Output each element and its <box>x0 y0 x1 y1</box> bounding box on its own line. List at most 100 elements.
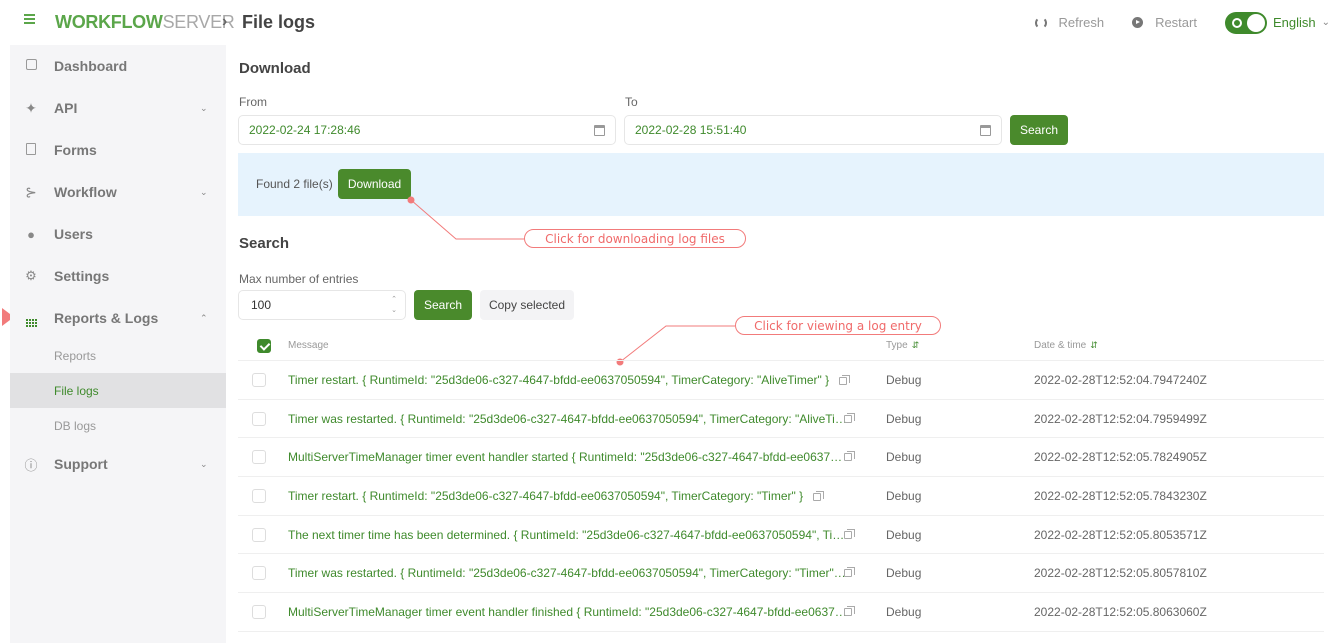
sidebar-subitem-db-logs[interactable]: DB logs <box>10 408 226 443</box>
chevron-down-icon[interactable]: ⌄ <box>1322 17 1330 28</box>
sort-icon[interactable]: ⇵ <box>912 340 920 350</box>
log-datetime: 2022-02-28T12:52:05.7843230Z <box>1034 489 1207 504</box>
column-header-message[interactable]: Message <box>288 340 329 351</box>
sidebar-item-support[interactable]: ⓘ Support ⌄ <box>10 443 226 485</box>
table-header: Message Type ⇵ Date & time ⇵ <box>238 331 1324 361</box>
from-label: From <box>239 95 267 109</box>
copy-icon[interactable] <box>839 374 851 385</box>
log-datetime: 2022-02-28T12:52:05.8063060Z <box>1034 605 1207 620</box>
sort-icon[interactable]: ⇵ <box>1090 340 1098 350</box>
chevron-down-icon: ⌄ <box>200 102 208 113</box>
workflow-icon: ⊱ <box>25 183 37 200</box>
log-type: Debug <box>886 566 922 581</box>
log-message[interactable]: MultiServerTimeManager timer event handl… <box>288 450 842 464</box>
toggle-knob <box>1246 13 1265 32</box>
table-row[interactable]: Timer was restarted. { RuntimeId: "25d3d… <box>238 400 1324 439</box>
log-type: Debug <box>886 489 922 504</box>
hamburger-menu-icon[interactable] <box>24 14 36 26</box>
log-type: Debug <box>886 527 922 542</box>
table-row[interactable]: Timer restart. { RuntimeId: "25d3de06-c3… <box>238 361 1324 400</box>
chevron-down-icon: ⌄ <box>200 186 208 197</box>
log-datetime: 2022-02-28T12:52:05.7824905Z <box>1034 450 1207 465</box>
table-row[interactable]: Timer was restarted. { RuntimeId: "25d3d… <box>238 554 1324 594</box>
log-message[interactable]: Timer restart. { RuntimeId: "25d3de06-c3… <box>288 373 851 387</box>
copy-icon[interactable] <box>844 451 855 462</box>
report-grid-icon <box>24 310 38 327</box>
chevron-up-icon: ⌃ <box>200 312 208 323</box>
log-message[interactable]: Timer restart. { RuntimeId: "25d3de06-c3… <box>288 489 825 503</box>
form-icon <box>24 142 38 158</box>
log-type: Debug <box>886 450 922 465</box>
found-files-text: Found 2 file(s) <box>256 177 333 191</box>
table-row[interactable]: MultiServerTimeManager timer event handl… <box>238 438 1324 478</box>
refresh-button[interactable]: Refresh <box>1034 15 1104 30</box>
dashboard-icon <box>24 59 38 73</box>
column-header-type[interactable]: Type ⇵ <box>886 340 919 351</box>
sidebar-subitem-file-logs[interactable]: File logs <box>10 373 226 408</box>
download-search-button[interactable]: Search <box>1010 115 1068 145</box>
download-button[interactable]: Download <box>338 169 411 199</box>
row-checkbox[interactable] <box>252 489 266 504</box>
log-datetime: 2022-02-28T12:52:05.8057810Z <box>1034 566 1207 581</box>
copy-icon[interactable] <box>813 490 825 501</box>
to-date-input[interactable]: 2022-02-28 15:51:40 <box>624 115 1002 145</box>
max-entries-label: Max number of entries <box>239 272 359 286</box>
row-checkbox[interactable] <box>252 527 266 542</box>
download-result-box: Found 2 file(s) Download <box>238 153 1324 216</box>
column-header-datetime[interactable]: Date & time ⇵ <box>1034 340 1098 351</box>
table-row[interactable]: The next timer time has been determined.… <box>238 516 1324 555</box>
sidebar-item-workflow[interactable]: ⊱ Workflow ⌄ <box>10 171 226 213</box>
sidebar-subitem-reports[interactable]: Reports <box>10 338 226 373</box>
sidebar-item-settings[interactable]: ⚙︎ Settings <box>10 255 226 297</box>
sidebar-item-users[interactable]: ●︎ Users <box>10 213 226 255</box>
log-datetime: 2022-02-28T12:52:05.8053571Z <box>1034 527 1207 542</box>
users-icon: ●︎ <box>27 226 35 242</box>
table-row[interactable]: MultiServerTimeManager timer event handl… <box>238 593 1324 632</box>
row-checkbox[interactable] <box>252 450 266 465</box>
calendar-icon[interactable] <box>594 125 605 136</box>
page-title: File logs <box>242 12 316 32</box>
log-type: Debug <box>886 411 922 426</box>
row-checkbox[interactable] <box>252 373 266 387</box>
log-datetime: 2022-02-28T12:52:04.7947240Z <box>1034 373 1207 387</box>
copy-selected-button[interactable]: Copy selected <box>480 290 574 320</box>
callout-download-hint: Click for downloading log files <box>524 229 746 248</box>
log-table: Message Type ⇵ Date & time ⇵ Timer restart… <box>238 331 1324 632</box>
download-heading: Download <box>239 60 311 77</box>
chevron-down-icon: ⌄ <box>200 458 208 469</box>
calendar-icon[interactable] <box>980 125 991 136</box>
row-checkbox[interactable] <box>252 566 266 581</box>
entries-search-button[interactable]: Search <box>414 290 472 320</box>
log-message[interactable]: Timer was restarted. { RuntimeId: "25d3d… <box>288 566 846 580</box>
log-message[interactable]: The next timer time has been determined.… <box>288 528 844 542</box>
restart-button[interactable]: Restart <box>1132 15 1197 30</box>
gears-icon: ⚙︎ <box>25 268 37 283</box>
copy-icon[interactable] <box>844 567 855 578</box>
log-type: Debug <box>886 605 922 620</box>
copy-icon[interactable] <box>844 606 855 617</box>
table-row[interactable]: Timer restart. { RuntimeId: "25d3de06-c3… <box>238 477 1324 516</box>
theme-toggle[interactable] <box>1224 11 1267 34</box>
log-message[interactable]: Timer was restarted. { RuntimeId: "25d3d… <box>288 412 847 426</box>
sidebar-item-dashboard[interactable]: Dashboard <box>10 45 226 87</box>
brand-logo[interactable]: WORKFLOWSERVER <box>55 12 235 33</box>
header-actions: Refresh Restart English ⌄ <box>1034 0 1344 45</box>
row-checkbox[interactable] <box>252 605 266 620</box>
log-type: Debug <box>886 373 922 387</box>
number-spinner[interactable]: ⌃ ⌄ <box>391 294 397 316</box>
copy-icon[interactable] <box>844 412 855 423</box>
copy-icon[interactable] <box>844 528 855 539</box>
top-bar: WORKFLOWSERVER › File logs Refresh Resta… <box>0 0 1344 45</box>
select-all-checkbox[interactable] <box>257 339 271 353</box>
from-date-input[interactable]: 2022-02-24 17:28:46 <box>238 115 616 145</box>
log-datetime: 2022-02-28T12:52:04.7959499Z <box>1034 411 1207 426</box>
play-icon <box>1132 17 1144 28</box>
max-entries-input[interactable]: 100 ⌃ ⌄ <box>238 290 406 320</box>
sun-icon <box>1231 17 1242 28</box>
row-checkbox[interactable] <box>252 411 266 426</box>
log-message[interactable]: MultiServerTimeManager timer event handl… <box>288 605 847 619</box>
language-select[interactable]: English <box>1273 15 1316 30</box>
sidebar-item-forms[interactable]: Forms <box>10 129 226 171</box>
sidebar-item-api[interactable]: ✦ API ⌄ <box>10 87 226 129</box>
sidebar-item-reports-logs[interactable]: Reports & Logs ⌃ <box>10 297 226 339</box>
